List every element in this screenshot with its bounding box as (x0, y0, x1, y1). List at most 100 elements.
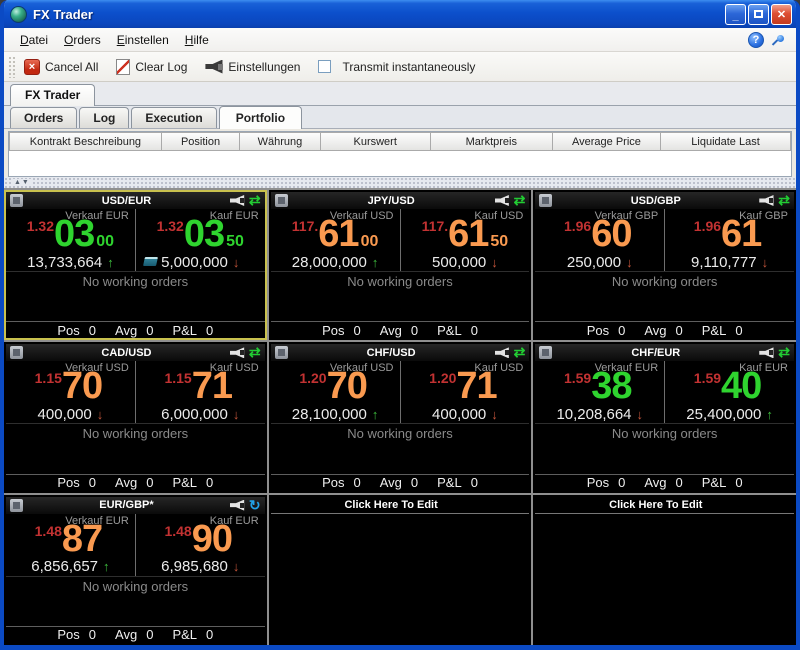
tile-title[interactable]: Click Here To Edit (552, 499, 759, 511)
ask-size: 25,400,000 (686, 406, 761, 423)
tab-execution[interactable]: Execution (131, 107, 216, 128)
fx-tile[interactable]: JPY/USD ⇄ ↻ Verkauf USD 117. 61 00 28,00… (269, 190, 532, 340)
tile-quotes: Verkauf EUR 1.59 38 10,208,664 ↓ Kauf EU… (535, 361, 794, 423)
column-kurswert[interactable]: Kurswert (321, 132, 431, 151)
close-button[interactable]: ✕ (771, 4, 792, 25)
transmit-checkbox[interactable] (318, 60, 331, 73)
tile-title[interactable]: CHF/EUR (552, 347, 759, 359)
detach-icon[interactable] (10, 194, 23, 207)
tab-log[interactable]: Log (79, 107, 129, 128)
tab-portfolio[interactable]: Portfolio (219, 106, 302, 129)
detach-icon[interactable] (275, 346, 288, 359)
detach-icon[interactable] (539, 194, 552, 207)
ask-label: Kauf USD (474, 362, 523, 374)
ask-size: 500,000 (432, 254, 486, 271)
minimize-button[interactable]: _ (725, 4, 746, 25)
toolbar-grip[interactable] (8, 56, 16, 78)
tile-title[interactable]: Click Here To Edit (288, 499, 495, 511)
maximize-button[interactable] (748, 4, 769, 25)
megaphone-icon[interactable] (759, 347, 774, 358)
pnl-value: 0 (206, 475, 213, 490)
megaphone-icon[interactable] (495, 195, 510, 206)
pnl-label: P&L (437, 475, 462, 490)
bid-quote[interactable]: Verkauf EUR 1.59 38 10,208,664 ↓ (535, 361, 665, 423)
menu-einstellen[interactable]: Einstellen (109, 30, 177, 50)
splitter-bar[interactable]: ▲▼ (4, 177, 796, 188)
detach-icon[interactable] (275, 194, 288, 207)
tile-title[interactable]: CHF/USD (288, 347, 495, 359)
fx-tile[interactable]: Click Here To Edit ⇄ ↻ (533, 495, 796, 645)
ask-quote[interactable]: Kauf USD 1.15 71 6,000,000 ↓ (136, 361, 265, 423)
tile-title[interactable]: USD/EUR (23, 195, 230, 207)
swap-arrows-icon[interactable]: ⇄ (778, 347, 790, 358)
tile-title[interactable]: USD/GBP (552, 195, 759, 207)
bid-price-prefix: 1.48 (35, 523, 62, 539)
menu-orders[interactable]: Orders (56, 30, 109, 50)
refresh-icon[interactable]: ↻ (249, 499, 261, 511)
tile-header: CAD/USD ⇄ ↻ (6, 344, 265, 361)
column-average-price[interactable]: Average Price (553, 132, 661, 151)
fx-tile[interactable]: Click Here To Edit ⇄ ↻ (269, 495, 532, 645)
bid-quote[interactable]: Verkauf USD 117. 61 00 28,000,000 ↑ (271, 209, 401, 271)
pnl-value: 0 (735, 323, 742, 338)
detach-icon[interactable] (539, 346, 552, 359)
tile-title[interactable]: JPY/USD (288, 195, 495, 207)
bid-quote[interactable]: Verkauf EUR 1.48 87 6,856,657 ↑ (6, 514, 136, 576)
ask-quote[interactable]: Kauf USD 1.20 71 400,000 ↓ (401, 361, 530, 423)
megaphone-icon[interactable] (230, 195, 245, 206)
tab-orders[interactable]: Orders (10, 107, 77, 128)
help-icon[interactable]: ? (748, 32, 764, 48)
ask-quote[interactable]: Kauf EUR 1.59 40 25,400,000 ↑ (665, 361, 794, 423)
fx-tile[interactable]: CAD/USD ⇄ ↻ Verkauf USD 1.15 70 400,000 … (4, 342, 267, 492)
ask-quote[interactable]: Kauf EUR 1.32 03 50 5,000,000 ↓ (136, 209, 265, 271)
ask-quote[interactable]: Kauf USD 117. 61 50 500,000 ↓ (401, 209, 530, 271)
column-liquidate-last[interactable]: Liquidate Last (661, 132, 791, 151)
fx-tile[interactable]: CHF/EUR ⇄ ↻ Verkauf EUR 1.59 38 10,208,6… (533, 342, 796, 492)
menu-datei[interactable]: Datei (12, 30, 56, 50)
splitter-arrows-icon[interactable]: ▲▼ (12, 179, 32, 186)
megaphone-icon (205, 60, 223, 74)
megaphone-icon[interactable] (230, 347, 245, 358)
settings-button[interactable]: Einstellungen (205, 60, 300, 74)
fx-tile[interactable]: EUR/GBP* ⇄ ↻ Verkauf EUR 1.48 87 6,856,6… (4, 495, 267, 645)
megaphone-icon[interactable] (495, 347, 510, 358)
tab-fx-trader[interactable]: FX Trader (10, 84, 95, 106)
tile-title[interactable]: CAD/USD (23, 347, 230, 359)
fx-tile[interactable]: CHF/USD ⇄ ↻ Verkauf USD 1.20 70 28,100,0… (269, 342, 532, 492)
megaphone-icon[interactable] (759, 195, 774, 206)
cancel-all-button[interactable]: × Cancel All (24, 59, 98, 75)
clear-log-button[interactable]: Clear Log (116, 59, 187, 75)
fx-tile[interactable]: USD/GBP ⇄ ↻ Verkauf GBP 1.96 60 250,000 … (533, 190, 796, 340)
ask-quote[interactable]: Kauf EUR 1.48 90 6,985,680 ↓ (136, 514, 265, 576)
detach-icon[interactable] (10, 346, 23, 359)
tile-empty-space (271, 441, 530, 473)
column-kontrakt[interactable]: Kontrakt Beschreibung (9, 132, 162, 151)
column-position[interactable]: Position (162, 132, 240, 151)
fx-tile[interactable]: USD/EUR ⇄ ↻ Verkauf EUR 1.32 03 00 13,73… (4, 190, 267, 340)
swap-arrows-icon[interactable]: ⇄ (249, 195, 261, 206)
avg-label: Avg (380, 323, 402, 338)
transmit-label: Transmit instantaneously (342, 60, 475, 74)
swap-arrows-icon[interactable]: ⇄ (778, 195, 790, 206)
bid-quote[interactable]: Verkauf GBP 1.96 60 250,000 ↓ (535, 209, 665, 271)
swap-arrows-icon[interactable]: ⇄ (514, 195, 526, 206)
ask-quote[interactable]: Kauf GBP 1.96 61 9,110,777 ↓ (665, 209, 794, 271)
bid-quote[interactable]: Verkauf USD 1.20 70 28,100,000 ↑ (271, 361, 401, 423)
pnl-label: P&L (172, 475, 197, 490)
ask-label: Kauf EUR (210, 515, 259, 527)
detach-icon[interactable] (10, 499, 23, 512)
column-waehrung[interactable]: Währung (240, 132, 320, 151)
clear-log-label: Clear Log (135, 60, 187, 74)
megaphone-icon[interactable] (230, 500, 245, 511)
transmit-toggle[interactable]: Transmit instantaneously (318, 60, 475, 74)
tile-quotes: Verkauf EUR 1.48 87 6,856,657 ↑ Kauf EUR… (6, 514, 265, 576)
bid-quote[interactable]: Verkauf USD 1.15 70 400,000 ↓ (6, 361, 136, 423)
swap-arrows-icon[interactable]: ⇄ (249, 347, 261, 358)
book-icon[interactable] (143, 257, 158, 266)
column-marktpreis[interactable]: Marktpreis (431, 132, 553, 151)
menu-hilfe[interactable]: Hilfe (177, 30, 217, 50)
pin-icon[interactable] (774, 35, 784, 45)
swap-arrows-icon[interactable]: ⇄ (514, 347, 526, 358)
bid-quote[interactable]: Verkauf EUR 1.32 03 00 13,733,664 ↑ (6, 209, 136, 271)
tile-title[interactable]: EUR/GBP* (23, 499, 230, 511)
